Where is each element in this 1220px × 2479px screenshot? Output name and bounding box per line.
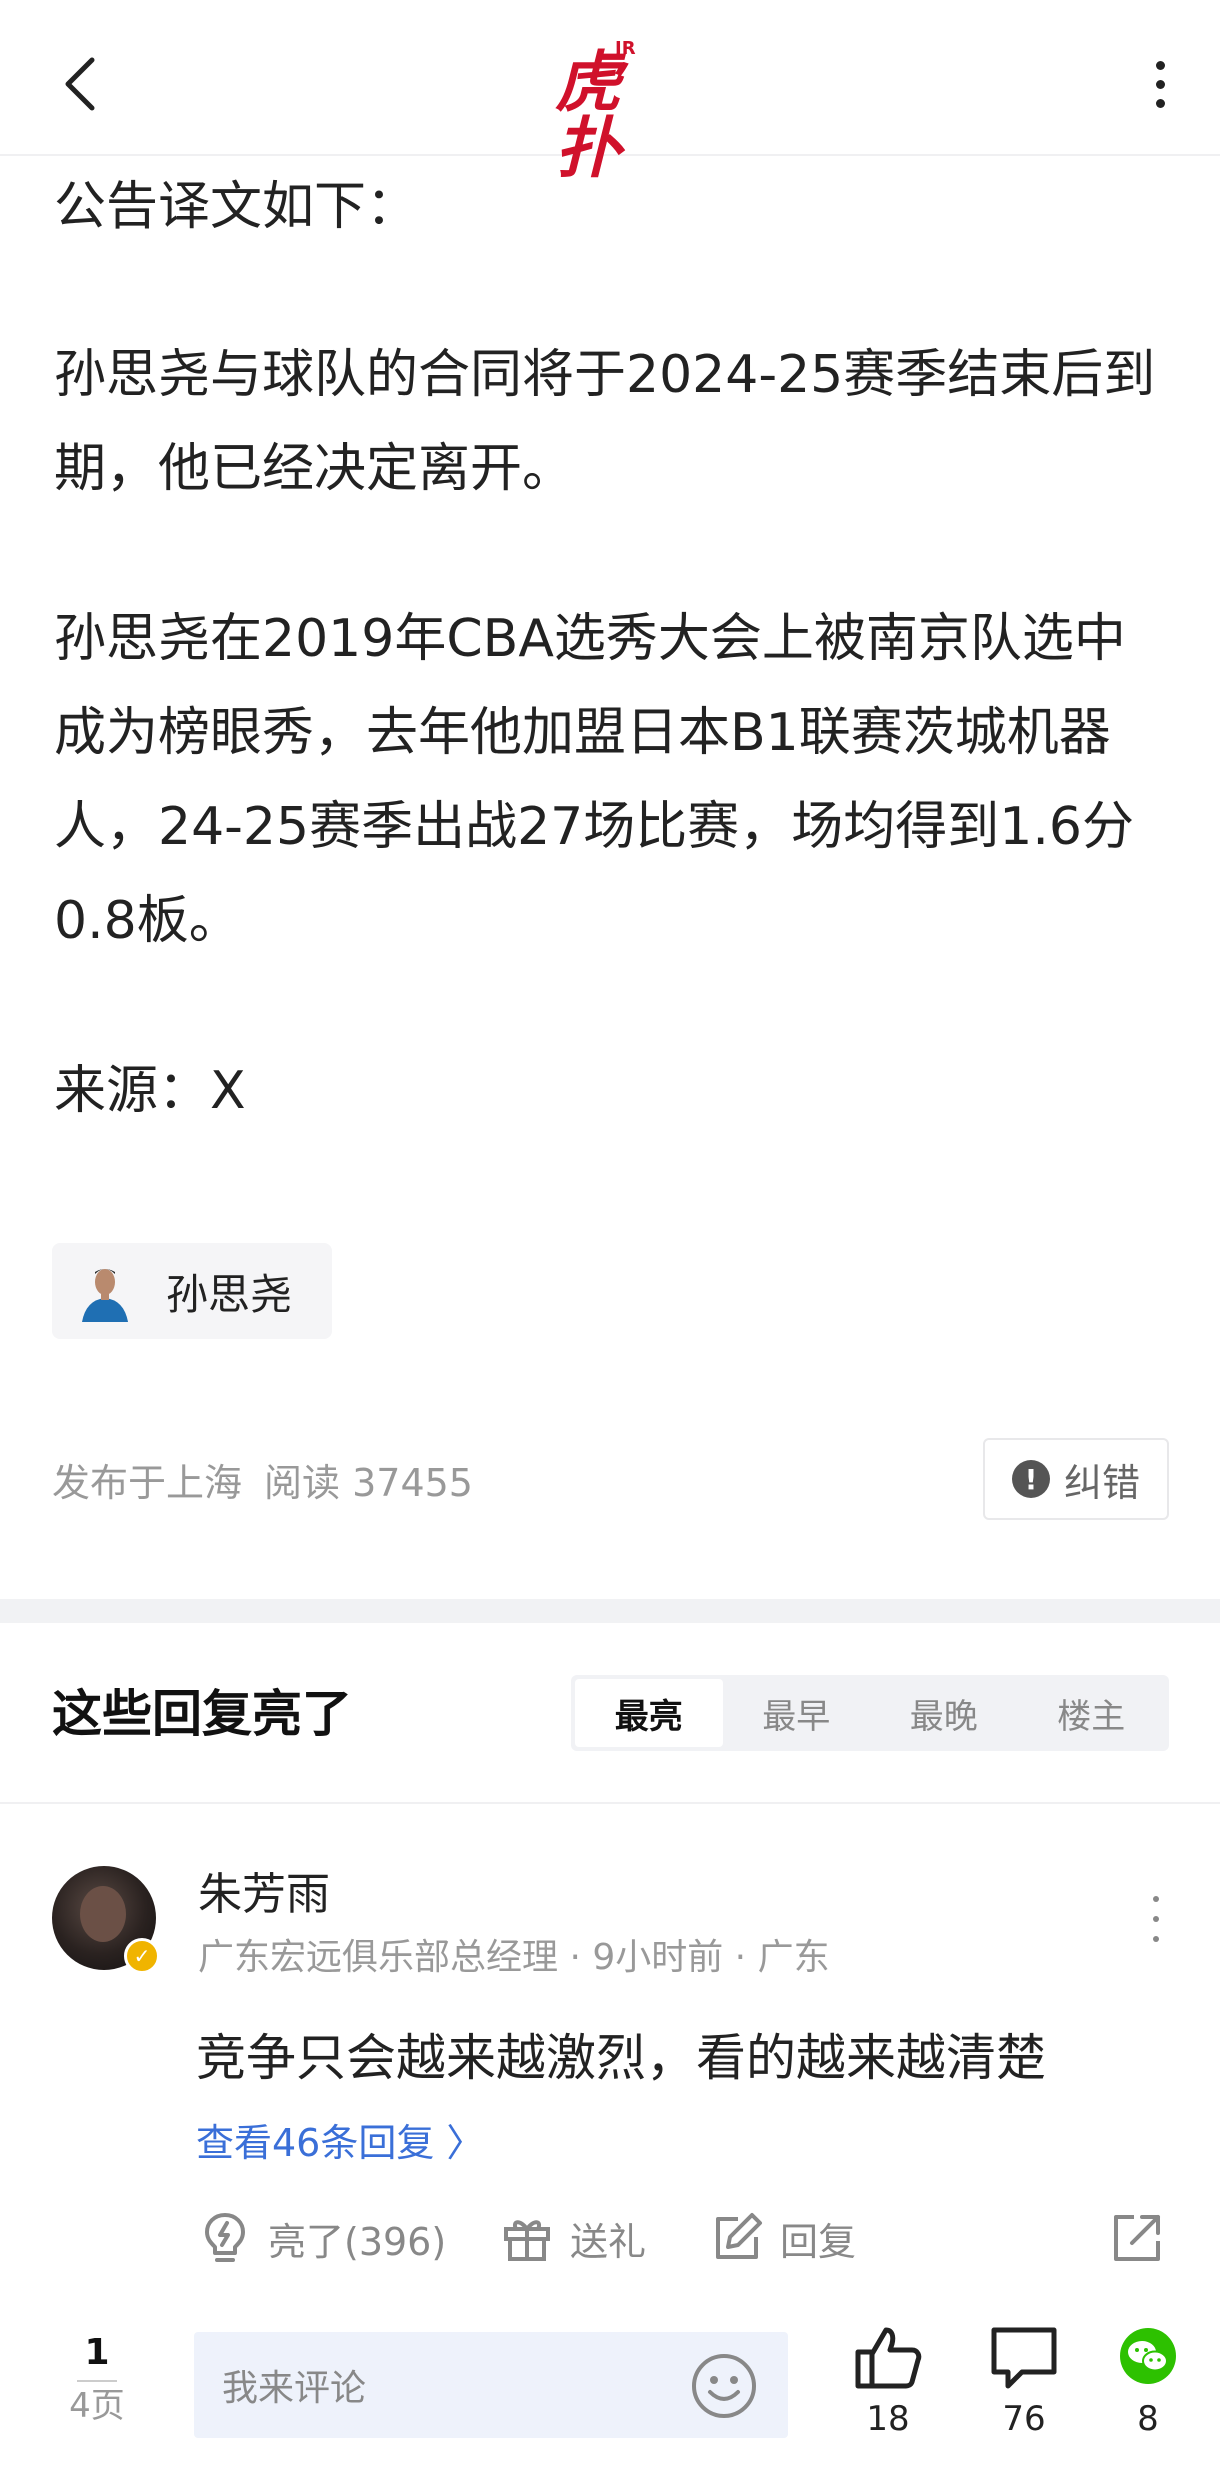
article-paragraph: 公告译文如下： xyxy=(54,177,419,237)
share-icon xyxy=(1114,2215,1160,2261)
player-avatar xyxy=(74,1260,136,1322)
comment-input-placeholder: 我来评论 xyxy=(222,2368,367,2409)
dot-icon xyxy=(1155,98,1165,108)
comment-input[interactable]: 我来评论 xyxy=(194,2332,788,2438)
player-tag[interactable]: 孙思尧 xyxy=(52,1243,332,1339)
section-divider xyxy=(0,1599,1220,1623)
wechat-count: 8 xyxy=(1137,2399,1159,2439)
share-button[interactable] xyxy=(1108,2198,1166,2278)
comment-sort-tabs: 最亮 最早 最晚 楼主 xyxy=(571,1675,1169,1751)
page-current: 1 xyxy=(84,2332,110,2373)
article-source: 来源：X xyxy=(54,1061,246,1121)
read-count: 阅读 37455 xyxy=(264,1461,473,1505)
gift-icon xyxy=(504,2220,550,2261)
gift-label: 送礼 xyxy=(570,2219,647,2264)
dot-icon xyxy=(1153,1896,1159,1902)
comment-author-meta: 广东宏远俱乐部总经理 · 9小时前 · 广东 xyxy=(198,1937,830,1978)
reply-button[interactable]: 回复 xyxy=(708,2198,856,2278)
wechat-share-button[interactable]: 8 xyxy=(1103,2322,1193,2444)
comments-section-title: 这些回复亮了 xyxy=(52,1685,352,1743)
hupu-logo: JR 虎扑 xyxy=(555,38,665,182)
view-replies-link[interactable]: 查看46条回复 〉 xyxy=(196,2112,484,2167)
wechat-icon xyxy=(1120,2328,1176,2384)
top-nav-bar: JR 虎扑 xyxy=(0,0,1220,182)
dot-icon xyxy=(1153,1936,1159,1942)
like-button[interactable]: 18 xyxy=(843,2322,933,2444)
light-button[interactable]: 亮了(396) xyxy=(196,2198,446,2278)
tab-brightest[interactable]: 最亮 xyxy=(575,1679,723,1747)
edit-icon xyxy=(716,2213,762,2259)
article-paragraph: 孙思尧在2019年CBA选秀大会上被南京队选中成为榜眼秀，去年他加盟日本B1联赛… xyxy=(54,609,1134,951)
article-paragraph: 孙思尧与球队的合同将于2024-25赛季结束后到期，他已经决定离开。 xyxy=(54,345,1156,499)
comment-author-name[interactable]: 朱芳雨 xyxy=(198,1858,330,1922)
page-total: 4页 xyxy=(69,2386,125,2426)
tab-latest[interactable]: 最晚 xyxy=(870,1679,1018,1747)
verified-badge-icon: ✓ xyxy=(124,1938,160,1974)
tab-earliest[interactable]: 最早 xyxy=(723,1679,871,1747)
avatar-face xyxy=(80,1886,126,1942)
section-line xyxy=(0,1802,1220,1804)
dot-icon xyxy=(1155,79,1165,89)
report-error-button[interactable]: ! 纠错 xyxy=(983,1438,1169,1520)
comment-button[interactable]: 76 xyxy=(979,2322,1069,2444)
gift-button[interactable]: 送礼 xyxy=(498,2198,646,2278)
player-tag-label: 孙思尧 xyxy=(166,1269,293,1319)
dot-icon xyxy=(1155,60,1165,70)
lightbulb-icon xyxy=(205,2213,245,2262)
article-meta: 发布于上海 阅读 37455 xyxy=(52,1452,473,1507)
comment-text: 竞争只会越来越激烈，看的越来越清楚 xyxy=(196,2029,1046,2087)
emoji-icon[interactable] xyxy=(690,2352,758,2420)
more-options-button[interactable] xyxy=(1120,44,1200,124)
dot-icon xyxy=(1153,1916,1159,1922)
comment-actions: 亮了(396) 送礼 回复 xyxy=(196,2198,1176,2278)
reply-label: 回复 xyxy=(780,2219,857,2264)
back-button[interactable] xyxy=(40,44,120,124)
bottom-action-bar: 1 4页 我来评论 18 76 8 xyxy=(0,2300,1220,2479)
comment-count: 76 xyxy=(1002,2399,1046,2439)
light-count-label: 亮了(396) xyxy=(268,2219,447,2264)
like-count: 18 xyxy=(866,2399,910,2439)
publish-location: 发布于上海 xyxy=(52,1461,243,1505)
report-error-label: 纠错 xyxy=(1063,1460,1140,1505)
alert-icon: ! xyxy=(1011,1460,1050,1498)
thumbs-up-icon xyxy=(855,2327,922,2389)
page-indicator[interactable]: 1 4页 xyxy=(56,2330,138,2430)
comment-bubble-icon xyxy=(991,2327,1057,2389)
logo-main-text: 虎扑 xyxy=(555,44,621,187)
comment-more-button[interactable] xyxy=(1146,1896,1166,1942)
chevron-left-icon xyxy=(65,57,95,111)
tab-op-only[interactable]: 楼主 xyxy=(1018,1679,1166,1747)
